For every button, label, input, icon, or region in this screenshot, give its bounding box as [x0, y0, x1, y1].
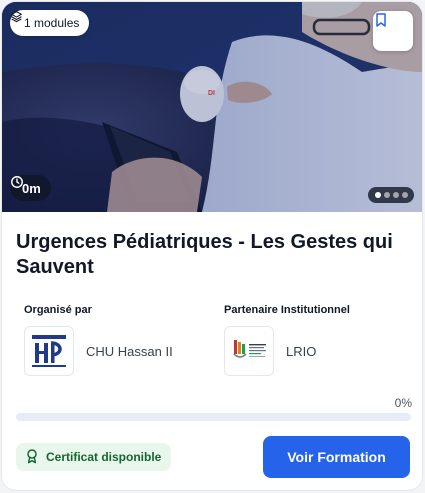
award-icon: [24, 448, 40, 467]
organizer-label: Organisé par: [24, 304, 92, 316]
course-hero-image[interactable]: DI 1 modules 0m: [2, 2, 422, 212]
carousel-indicator[interactable]: [368, 187, 414, 203]
duration-value: 0m: [22, 180, 41, 196]
carousel-dot[interactable]: [383, 192, 390, 198]
partner-name: LRIO: [286, 343, 317, 359]
partner-block: LRIO: [224, 326, 316, 376]
carousel-dot[interactable]: [401, 192, 408, 198]
partner-label: Partenaire Institutionnel: [224, 304, 350, 316]
course-title[interactable]: Urgences Pédiatriques - Les Gestes qui S…: [16, 230, 411, 280]
carousel-dot[interactable]: [392, 192, 399, 198]
progress-percentage: 0%: [394, 396, 412, 410]
modules-count: 1 modules: [24, 16, 80, 30]
bookmark-button[interactable]: [373, 11, 413, 51]
organizer-logo: [24, 326, 74, 376]
certificate-badge: Certificat disponible: [16, 443, 172, 471]
carousel-dot[interactable]: [374, 192, 381, 198]
duration-badge: 0m: [10, 175, 51, 201]
view-course-button[interactable]: Voir Formation: [263, 436, 410, 478]
modules-badge: 1 modules: [10, 10, 90, 36]
organizer-block: CHU Hassan II: [24, 326, 173, 376]
progress-bar: [16, 413, 411, 421]
organizer-name: CHU Hassan II: [86, 343, 173, 359]
certificate-label: Certificat disponible: [46, 450, 162, 464]
partner-logo: [224, 326, 274, 376]
course-card[interactable]: DI 1 modules 0m Urgences Pédiatriques - …: [2, 2, 422, 490]
